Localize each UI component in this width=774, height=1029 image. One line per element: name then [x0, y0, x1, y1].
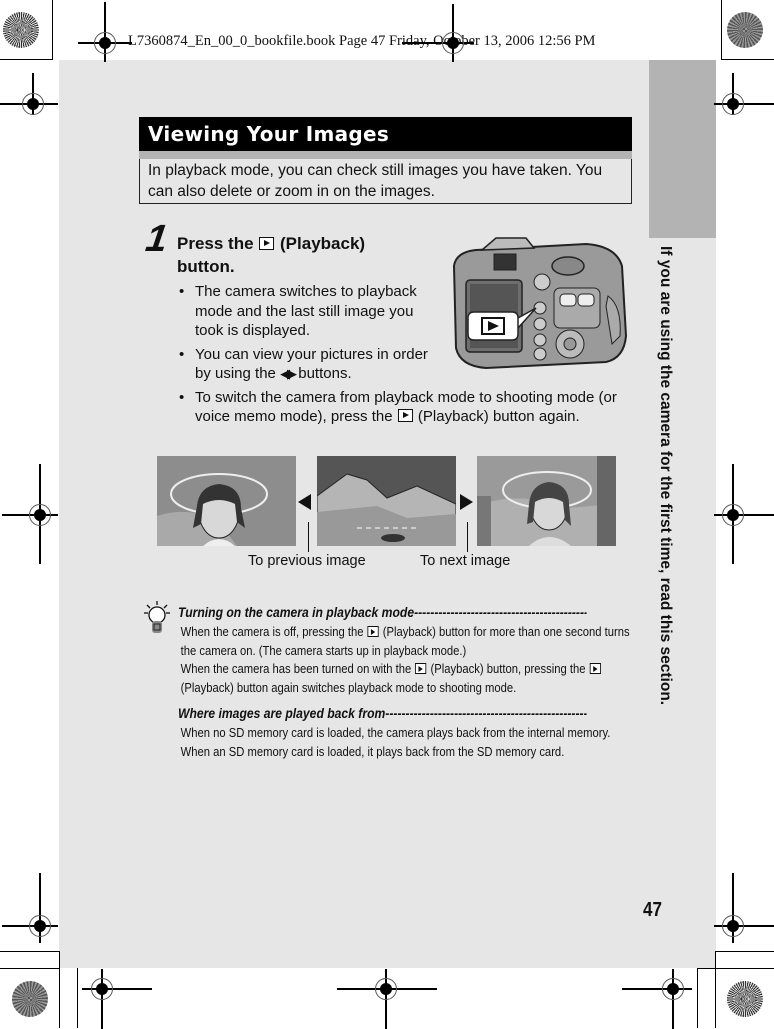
screen-thumbnail-next: [477, 456, 616, 546]
caption-next: To next image: [420, 553, 511, 569]
registration-mark: [337, 969, 437, 1029]
bullet-item: • You can view your pictures in order by…: [179, 345, 428, 383]
registration-mark: [622, 969, 692, 1029]
crop-mark: [52, 0, 53, 60]
color-rosette: [12, 981, 48, 1017]
registration-mark: [0, 73, 58, 119]
playback-icon: [415, 663, 427, 674]
crop-mark: [715, 951, 716, 1028]
crop-mark: [0, 968, 60, 969]
hint-heading: Turning on the camera in playback mode--…: [178, 605, 587, 620]
crop-mark: [77, 968, 78, 1028]
hint-turning-on: Turning on the camera in playback mode--…: [178, 605, 701, 697]
section-tab: [649, 60, 716, 238]
caption-previous: To previous image: [248, 553, 366, 569]
hint-heading: Where images are played back from-------…: [178, 706, 587, 721]
previous-arrow-icon: [298, 494, 311, 510]
screen-thumbnail-current: [317, 456, 456, 546]
crop-mark: [697, 968, 774, 969]
crop-mark: [715, 951, 774, 952]
bullet-text: The camera switches to playback mode and…: [195, 283, 417, 339]
crop-mark: [721, 0, 722, 60]
color-rosette: [727, 981, 763, 1017]
next-arrow-icon: [460, 494, 473, 510]
playback-icon: [589, 663, 601, 674]
bullet-text: buttons.: [298, 365, 352, 382]
screen-thumbnail-previous: [157, 456, 296, 546]
registration-mark: [82, 969, 152, 1029]
left-right-arrows-icon: ◀▶: [280, 366, 297, 381]
step-title: Press the (Playback) button.: [177, 232, 417, 278]
side-section-label: If you are using the camera for the firs…: [657, 246, 674, 706]
registration-mark: [2, 873, 58, 943]
leader-line-previous: [308, 522, 309, 552]
hint-paragraph: When the camera has been turned on with …: [178, 660, 630, 697]
registration-mark: [714, 73, 774, 119]
registration-mark: [402, 4, 474, 62]
bullet-item: • To switch the camera from playback mod…: [179, 388, 617, 426]
crop-mark: [721, 59, 774, 60]
camera-illustration: [446, 236, 630, 370]
playback-icon: [397, 409, 413, 422]
hint-paragraph: When an SD memory card is loaded, it pla…: [180, 743, 565, 759]
section-title: Viewing Your Images: [139, 117, 632, 151]
registration-mark: [714, 873, 774, 943]
page-number: 47: [643, 899, 662, 921]
registration-mark: [2, 464, 58, 564]
lightbulb-icon: [144, 601, 170, 635]
print-header: L7360874_En_00_0_bookfile.book Page 47 F…: [128, 33, 596, 49]
hint-paragraph: When no SD memory card is loaded, the ca…: [180, 725, 611, 740]
bullet-text: (Playback) button again.: [417, 408, 580, 425]
bullet-item: • The camera switches to playback mode a…: [179, 283, 417, 339]
crop-mark: [697, 968, 698, 1028]
hint-playback-source: Where images are played back from-------…: [178, 706, 701, 761]
playback-icon: [259, 237, 275, 250]
step-title-before: Press the: [177, 234, 254, 253]
color-rosette: [3, 12, 39, 48]
color-rosette: [727, 12, 763, 48]
crop-mark: [0, 951, 60, 952]
playback-icon: [367, 626, 379, 637]
intro-text: In playback mode, you can check still im…: [139, 159, 632, 204]
crop-mark: [0, 59, 53, 60]
title-underbar: [139, 151, 632, 159]
crop-mark: [59, 951, 60, 1028]
hint-paragraph: When the camera is off, pressing the (Pl…: [180, 624, 630, 658]
registration-mark: [714, 464, 774, 564]
registration-mark: [78, 2, 132, 62]
leader-line-next: [467, 522, 468, 552]
